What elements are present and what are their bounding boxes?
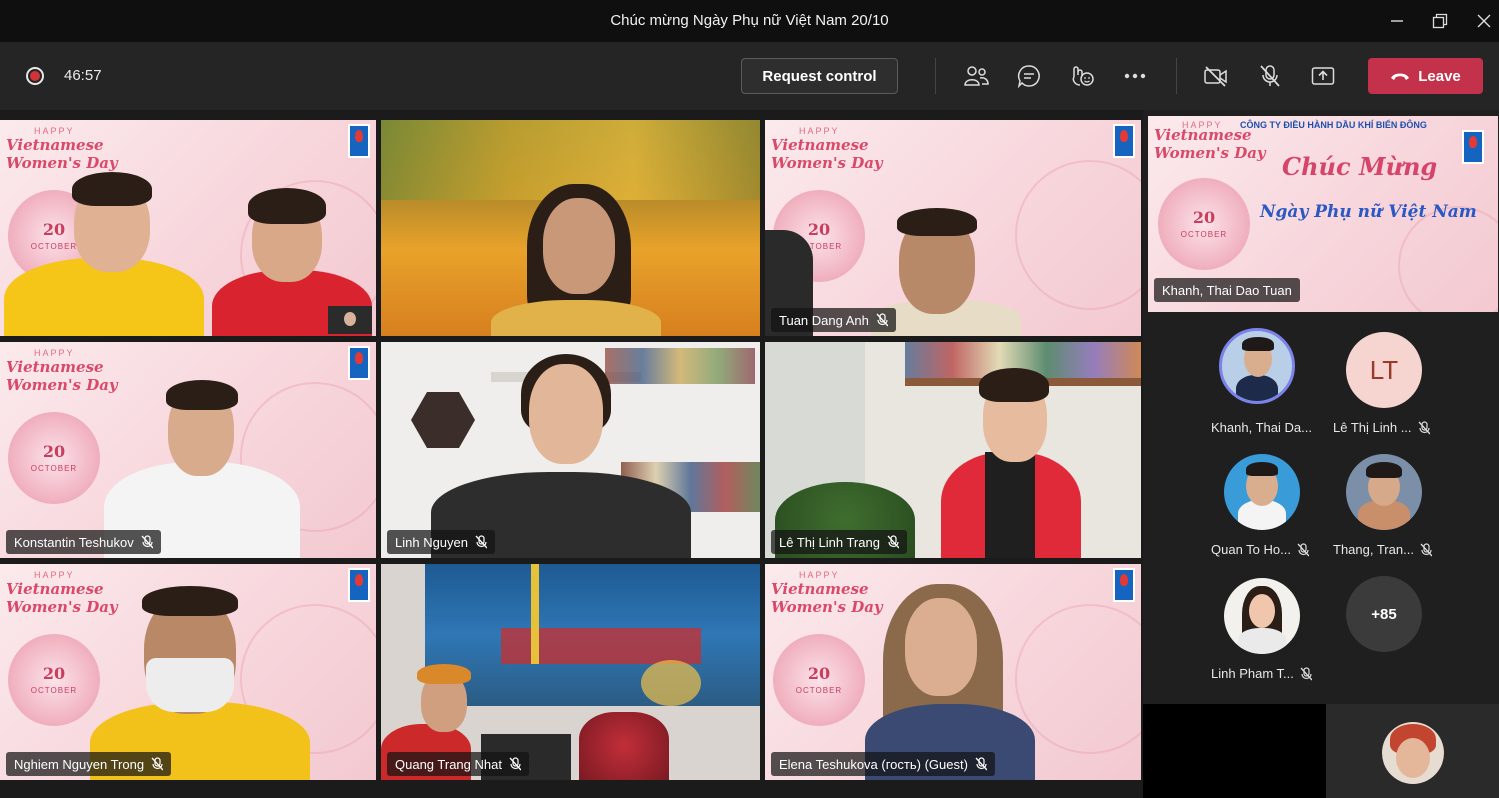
mic-off-icon [151, 757, 164, 771]
camera-off-icon [1204, 66, 1227, 87]
roster-avatar[interactable] [1219, 328, 1295, 404]
company-logo [1113, 568, 1135, 602]
participant-nametag: Lê Thị Linh Trang [771, 530, 907, 554]
self-avatar [1382, 722, 1444, 784]
recording-icon [26, 67, 44, 85]
window-title: Chúc mừng Ngày Phụ nữ Việt Nam 20/10 [610, 12, 889, 29]
minimize-icon [1391, 20, 1403, 22]
more-actions-button[interactable] [1121, 62, 1149, 90]
share-screen-button[interactable] [1309, 62, 1337, 90]
video-tile[interactable]: Lê Thị Linh Trang [765, 342, 1141, 558]
participant-nametag: Tuan Dang Anh [771, 308, 896, 332]
mic-off-icon [887, 535, 899, 549]
people-icon [964, 66, 989, 86]
roster-name: Khanh, Thai Da... [1211, 420, 1312, 435]
mic-off-icon [975, 757, 987, 771]
reactions-button[interactable] [1068, 62, 1096, 90]
close-icon [1477, 14, 1491, 28]
more-participants-button[interactable]: +85 [1346, 576, 1422, 652]
video-tile[interactable]: HAPPY Vietnamese Women's Day 20 OCTOBER Tu… [765, 120, 1141, 336]
date-badge: 20 OCTOBER [773, 634, 865, 726]
participants-button[interactable] [962, 62, 990, 90]
company-logo [1113, 124, 1135, 158]
company-name: CÔNG TY ĐIỀU HÀNH DẦU KHÍ BIỂN ĐÔNG [1240, 120, 1427, 130]
mic-off-icon [1297, 542, 1309, 556]
roster-name: Linh Pham T... [1211, 666, 1312, 681]
maximize-button[interactable] [1425, 6, 1455, 36]
company-logo [348, 568, 370, 602]
toolbar-divider [1176, 58, 1177, 94]
video-tile[interactable]: HAPPY Vietnamese Women's Day 20 OCTOBER Ng… [0, 564, 376, 780]
hang-up-icon [1391, 73, 1410, 80]
participant-nametag: Konstantin Teshukov [6, 530, 161, 554]
date-badge: 20 OCTOBER [8, 412, 100, 504]
share-icon [1311, 67, 1335, 85]
self-view[interactable] [1326, 704, 1499, 798]
mic-off-icon [1260, 65, 1280, 87]
participant-nametag: Linh Nguyen [387, 530, 495, 554]
company-logo [348, 124, 370, 158]
chat-icon [1017, 65, 1040, 88]
mic-off-icon [141, 535, 153, 549]
banner-title: Vietnamese Women's Day [6, 136, 118, 172]
mic-off-icon [1420, 542, 1432, 556]
video-tile[interactable] [381, 120, 760, 336]
roster-avatar[interactable] [1346, 454, 1422, 530]
roster-avatar[interactable]: LT [1346, 332, 1422, 408]
mic-off-icon [1418, 420, 1430, 434]
participant-nametag: Quang Trang Nhat [387, 752, 529, 776]
right-panel: HAPPY Vietnamese Women's Day 20 OCTOBER CÔ… [1143, 110, 1499, 798]
participant-nametag: Elena Teshukova (гость) (Guest) [771, 752, 995, 776]
shared-video-area [1143, 704, 1326, 798]
date-badge: 20 OCTOBER [1158, 178, 1250, 270]
roster-name: Lê Thị Linh ... [1333, 420, 1430, 435]
video-tile[interactable]: HAPPY Vietnamese Women's Day 20 OCTOBER Ko… [0, 342, 376, 558]
roster-avatar[interactable] [1224, 578, 1300, 654]
meeting-toolbar: 46:57 Request control Leave [0, 42, 1499, 110]
mic-toggle-button[interactable] [1256, 62, 1284, 90]
video-tile[interactable]: HAPPY Vietnamese Women's Day 20 OCTOBER El… [765, 564, 1141, 780]
video-stage: HAPPY Vietnamese Women's Day 20 OCTOBER HA… [0, 110, 1499, 798]
company-logo [1462, 130, 1484, 164]
mic-off-icon [1300, 666, 1312, 680]
toolbar-divider [935, 58, 936, 94]
restore-icon [1432, 13, 1448, 29]
meeting-timer: 46:57 [64, 67, 102, 84]
video-tile[interactable]: Quang Trang Nhat [381, 564, 760, 780]
mic-off-icon [876, 313, 888, 327]
mic-off-icon [475, 535, 487, 549]
minimize-button[interactable] [1382, 6, 1412, 36]
leave-button[interactable]: Leave [1368, 58, 1483, 94]
camera-toggle-button[interactable] [1202, 62, 1230, 90]
request-control-button[interactable]: Request control [741, 58, 898, 94]
leave-label: Leave [1418, 67, 1461, 85]
self-preview [328, 306, 372, 334]
greeting-line1: Chúc Mừng [1282, 152, 1438, 181]
greeting-line2: Ngày Phụ nữ Việt Nam [1260, 202, 1477, 222]
chat-button[interactable] [1015, 62, 1043, 90]
roster-name: Quan To Ho... [1211, 542, 1309, 557]
video-tile[interactable]: HAPPY Vietnamese Women's Day 20 OCTOBER [0, 120, 376, 336]
close-button[interactable] [1469, 6, 1499, 36]
title-bar: Chúc mừng Ngày Phụ nữ Việt Nam 20/10 [0, 0, 1499, 42]
roster-name: Thang, Tran... [1333, 542, 1432, 557]
participant-nametag: Nghiem Nguyen Trong [6, 752, 172, 776]
participant-nametag: Khanh, Thai Dao Tuan [1154, 278, 1300, 302]
reaction-icon [1072, 66, 1094, 86]
roster-avatar[interactable] [1224, 454, 1300, 530]
date-badge: 20 OCTOBER [8, 634, 100, 726]
more-icon [1124, 73, 1146, 79]
featured-share-tile[interactable]: HAPPY Vietnamese Women's Day 20 OCTOBER CÔ… [1148, 116, 1498, 312]
video-tile[interactable]: Linh Nguyen [381, 342, 760, 558]
company-logo [348, 346, 370, 380]
mic-off-icon [509, 757, 521, 771]
banner-happy: HAPPY [34, 126, 75, 136]
